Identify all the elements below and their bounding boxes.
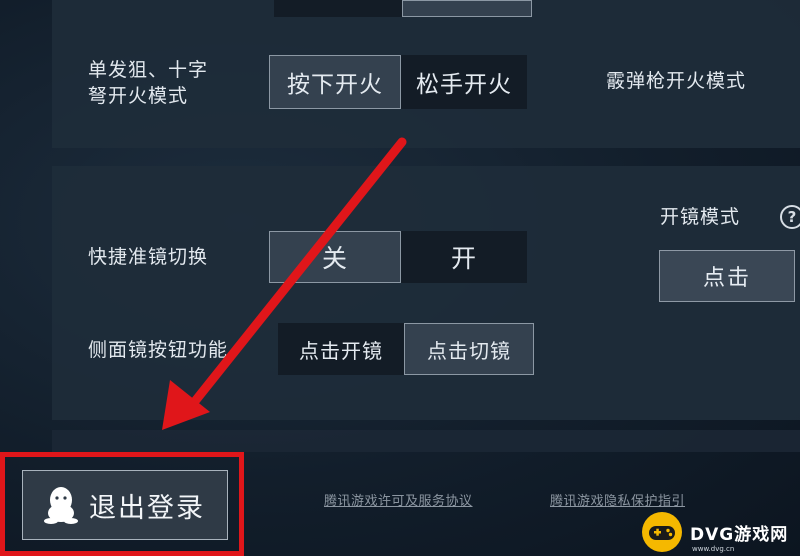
scope-mode-button[interactable]: 点击 (659, 250, 795, 302)
option-press-to-fire[interactable]: 按下开火 (269, 55, 401, 109)
partial-toggle-option-on[interactable] (402, 0, 532, 17)
partial-toggle-top[interactable] (274, 0, 532, 17)
option-off[interactable]: 关 (269, 231, 401, 283)
quick-scope-switch-label: 快捷准镜切换 (88, 246, 209, 268)
scope-mode-label: 开镜模式 (660, 206, 741, 228)
settings-panel-bottom-edge (52, 430, 800, 452)
side-scope-button-label: 侧面镜按钮功能 (88, 339, 229, 361)
privacy-policy-link[interactable]: 腾讯游戏隐私保护指引 (550, 490, 685, 509)
help-icon[interactable]: ? (780, 205, 800, 229)
logout-label: 退出登录 (89, 492, 205, 524)
single-fire-label: 单发狙、十字 弩开火模式 (88, 59, 209, 107)
single-fire-mode-toggle[interactable]: 按下开火 松手开火 (269, 55, 527, 109)
option-release-to-fire[interactable]: 松手开火 (401, 55, 527, 109)
watermark-subtext: www.dvg.cn (692, 545, 735, 553)
option-tap-to-scope[interactable]: 点击开镜 (278, 323, 404, 375)
qq-penguin-icon (44, 487, 78, 524)
license-agreement-link[interactable]: 腾讯游戏许可及服务协议 (324, 490, 473, 509)
quick-scope-switch-toggle[interactable]: 关 开 (269, 231, 527, 283)
option-on[interactable]: 开 (401, 231, 527, 283)
site-watermark: DVG游戏网 www.dvg.cn (640, 508, 800, 556)
logout-button[interactable]: 退出登录 (22, 470, 228, 540)
side-scope-function-toggle[interactable]: 点击开镜 点击切镜 (278, 323, 534, 375)
option-tap-to-switch-scope[interactable]: 点击切镜 (404, 323, 534, 375)
partial-toggle-option-off[interactable] (274, 0, 402, 17)
gamepad-logo-icon (642, 512, 682, 552)
watermark-text: DVG游戏网 (690, 524, 789, 545)
shotgun-fire-mode-label: 霰弹枪开火模式 (606, 70, 747, 92)
